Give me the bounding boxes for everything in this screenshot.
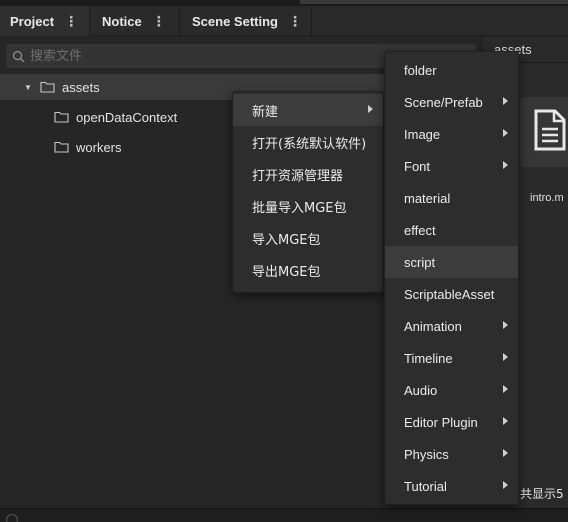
- item-count-label: 共显示5: [520, 487, 564, 501]
- folder-icon: [40, 81, 55, 93]
- menu-item-label: Tutorial: [404, 478, 447, 494]
- status-bar: [0, 508, 568, 522]
- submenu-item-font[interactable]: Font: [385, 150, 518, 182]
- menu-item-label: script: [404, 254, 436, 270]
- menu-item-export-mge[interactable]: 导出MGE包: [233, 254, 383, 286]
- menu-item-label: 打开资源管理器: [252, 168, 344, 184]
- tab-project-label: Project: [10, 13, 55, 29]
- tab-scene-setting-menu-icon[interactable]: ⋮: [288, 13, 302, 30]
- search-input[interactable]: [30, 48, 410, 64]
- tree-item-label: workers: [76, 139, 122, 155]
- submenu-item-image[interactable]: Image: [385, 118, 518, 150]
- document-icon: [534, 109, 566, 151]
- tree-item-label: openDataContext: [76, 109, 178, 125]
- menu-item-label: Physics: [404, 446, 449, 462]
- tab-notice-menu-icon[interactable]: ⋮: [152, 13, 166, 30]
- tree-item-workers[interactable]: workers: [0, 134, 232, 160]
- context-menu: 新建 打开(系统默认软件) 打开资源管理器 批量导入MGE包 导入MGE包 导出…: [232, 91, 384, 293]
- menu-item-open-explorer[interactable]: 打开资源管理器: [233, 158, 383, 190]
- submenu-arrow-icon: [503, 481, 508, 489]
- submenu-arrow-icon: [503, 97, 508, 105]
- folder-icon: [54, 111, 69, 123]
- submenu-arrow-icon: [503, 353, 508, 361]
- submenu-item-timeline[interactable]: Timeline: [385, 342, 518, 374]
- menu-item-new[interactable]: 新建: [233, 94, 383, 126]
- submenu-item-animation[interactable]: Animation: [385, 310, 518, 342]
- menu-item-import-mge[interactable]: 导入MGE包: [233, 222, 383, 254]
- submenu-item-tutorial[interactable]: Tutorial: [385, 470, 518, 502]
- tab-scene-setting-label: Scene Setting: [192, 13, 278, 29]
- menu-item-label: 导入MGE包: [252, 232, 321, 248]
- menu-item-label: Audio: [404, 382, 438, 398]
- new-submenu: folder Scene/Prefab Image Font material …: [384, 51, 519, 505]
- tree-item-opendatacontext[interactable]: openDataContext: [0, 104, 232, 130]
- menu-item-label: 新建: [252, 104, 279, 120]
- top-strip-highlight: [300, 0, 568, 4]
- submenu-arrow-icon: [368, 105, 373, 113]
- submenu-arrow-icon: [503, 129, 508, 137]
- submenu-item-script[interactable]: script: [385, 246, 518, 278]
- submenu-arrow-icon: [503, 385, 508, 393]
- menu-item-label: ScriptableAsset: [404, 286, 495, 302]
- menu-item-label: Scene/Prefab: [404, 94, 483, 110]
- search-icon: [12, 50, 25, 62]
- menu-item-label: material: [404, 190, 451, 206]
- menu-item-label: Animation: [404, 318, 462, 334]
- menu-item-open-default[interactable]: 打开(系统默认软件): [233, 126, 383, 158]
- panel-tab-bar: Project ⋮ Notice ⋮ Scene Setting ⋮: [0, 6, 568, 36]
- menu-item-label: 导出MGE包: [252, 264, 321, 280]
- menu-item-label: Font: [404, 158, 431, 174]
- file-name-label: intro.m: [530, 192, 564, 204]
- submenu-item-material[interactable]: material: [385, 182, 518, 214]
- submenu-item-effect[interactable]: effect: [385, 214, 518, 246]
- menu-item-label: effect: [404, 222, 436, 238]
- status-indicator-icon: [6, 514, 18, 522]
- submenu-arrow-icon: [503, 161, 508, 169]
- menu-item-label: 打开(系统默认软件): [252, 136, 367, 152]
- tab-project[interactable]: Project ⋮: [0, 6, 90, 36]
- expand-caret-icon[interactable]: ▼: [22, 83, 34, 92]
- tab-notice-label: Notice: [102, 13, 142, 29]
- menu-item-label: 批量导入MGE包: [252, 200, 347, 216]
- submenu-item-folder[interactable]: folder: [385, 54, 518, 86]
- menu-item-label: Image: [404, 126, 441, 142]
- submenu-arrow-icon: [503, 417, 508, 425]
- tab-scene-setting[interactable]: Scene Setting ⋮: [182, 6, 312, 36]
- tree-item-label: assets: [62, 79, 100, 95]
- submenu-arrow-icon: [503, 321, 508, 329]
- submenu-item-physics[interactable]: Physics: [385, 438, 518, 470]
- menu-item-label: Editor Plugin: [404, 414, 478, 430]
- folder-icon: [54, 141, 69, 153]
- submenu-item-editor-plugin[interactable]: Editor Plugin: [385, 406, 518, 438]
- tab-notice[interactable]: Notice ⋮: [92, 6, 180, 36]
- menu-item-label: Timeline: [404, 350, 453, 366]
- submenu-item-scene-prefab[interactable]: Scene/Prefab: [385, 86, 518, 118]
- menu-item-batch-import-mge[interactable]: 批量导入MGE包: [233, 190, 383, 222]
- submenu-arrow-icon: [503, 449, 508, 457]
- menu-item-label: folder: [404, 62, 437, 78]
- submenu-item-scriptable-asset[interactable]: ScriptableAsset: [385, 278, 518, 310]
- submenu-item-audio[interactable]: Audio: [385, 374, 518, 406]
- tab-project-menu-icon[interactable]: ⋮: [64, 13, 78, 30]
